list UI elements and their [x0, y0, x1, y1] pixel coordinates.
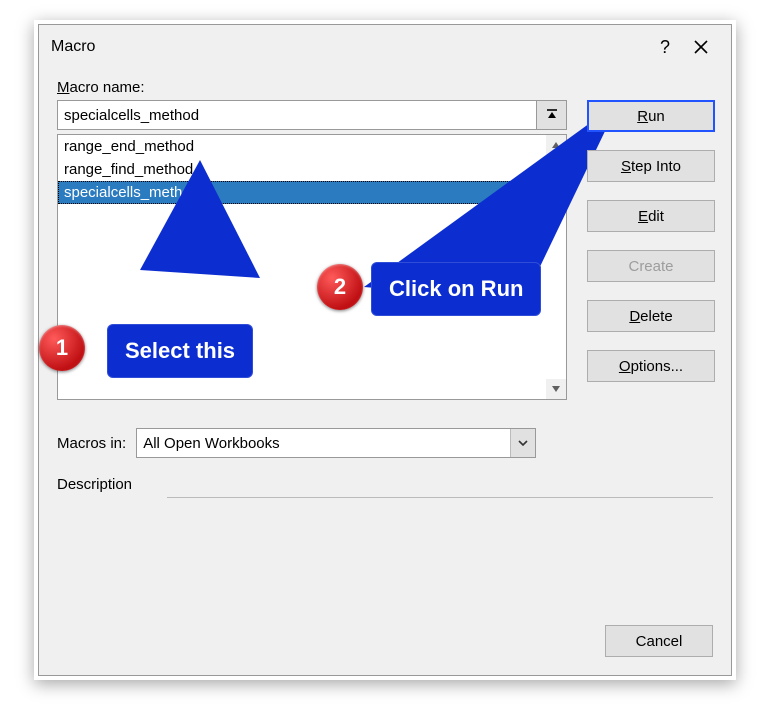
description-divider — [167, 497, 713, 498]
collapse-icon — [545, 108, 559, 122]
macros-in-label: Macros in: — [57, 435, 126, 452]
macro-dialog: Macro ? Macro name: — [38, 24, 732, 676]
list-item[interactable]: range_end_method — [58, 135, 566, 158]
chevron-down-icon — [551, 384, 561, 394]
list-item[interactable]: range_find_method — [58, 158, 566, 181]
delete-button[interactable]: Delete — [587, 300, 715, 332]
cancel-row: Cancel — [605, 625, 713, 657]
scroll-up-button[interactable] — [546, 135, 566, 155]
options-button[interactable]: Options... — [587, 350, 715, 382]
dialog-title: Macro — [51, 38, 647, 56]
run-button[interactable]: Run — [587, 100, 715, 132]
cancel-button[interactable]: Cancel — [605, 625, 713, 657]
close-button[interactable] — [683, 33, 719, 61]
left-column: range_end_method range_find_method speci… — [57, 100, 567, 400]
macros-in-row: Macros in: All Open Workbooks — [57, 428, 713, 458]
help-button[interactable]: ? — [647, 33, 683, 61]
dialog-body: Macro name: range_end_metho — [39, 69, 731, 675]
description-label: Description — [57, 476, 713, 493]
macro-name-row — [57, 100, 567, 130]
select-chevron — [510, 429, 535, 457]
macros-in-select[interactable]: All Open Workbooks — [136, 428, 536, 458]
edit-button[interactable]: Edit — [587, 200, 715, 232]
list-item[interactable]: specialcells_method — [58, 181, 566, 204]
step-into-button[interactable]: Step Into — [587, 150, 715, 182]
scroll-down-button[interactable] — [546, 379, 566, 399]
titlebar: Macro ? — [39, 25, 731, 69]
macro-listbox[interactable]: range_end_method range_find_method speci… — [57, 134, 567, 400]
close-icon — [694, 40, 708, 54]
editor-row: range_end_method range_find_method speci… — [57, 100, 713, 400]
macro-name-label: Macro name: — [57, 79, 713, 96]
dialog-shadow-frame: Macro ? Macro name: — [34, 20, 736, 680]
create-button: Create — [587, 250, 715, 282]
macros-in-value: All Open Workbooks — [143, 435, 279, 452]
button-column: Run Step Into Edit Create Delete — [587, 100, 715, 382]
macro-name-input[interactable] — [57, 100, 537, 130]
chevron-down-icon — [517, 437, 529, 449]
chevron-up-icon — [551, 140, 561, 150]
collapse-button[interactable] — [537, 100, 567, 130]
